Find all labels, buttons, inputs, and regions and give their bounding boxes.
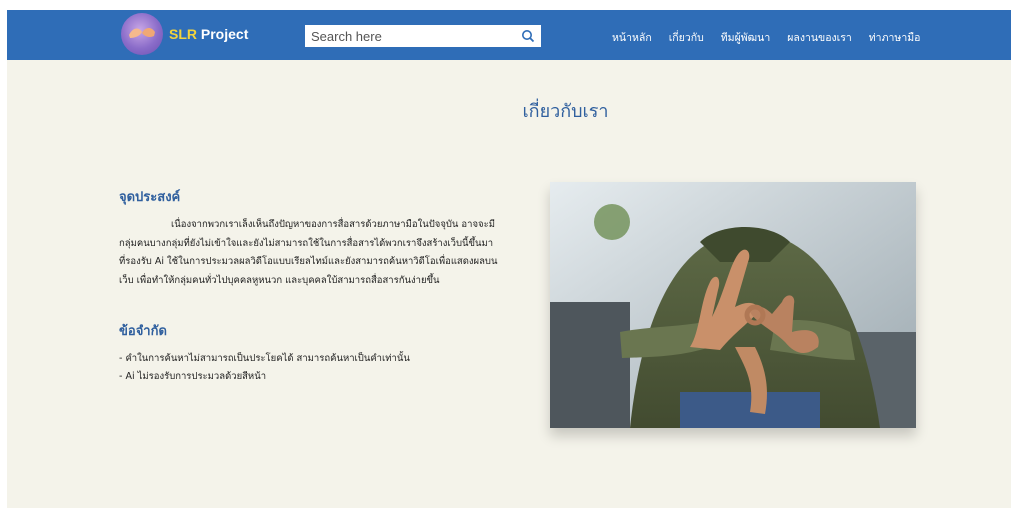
brand-rest: Project	[197, 26, 249, 42]
limitation-item: - Ai ไม่รองรับการประมวลด้วยสีหน้า	[119, 371, 267, 382]
purpose-text-block: เนื่องจากพวกเราเล็งเห็นถึงปัญหาของการสื่…	[119, 216, 499, 290]
limitation-item: - คำในการค้นหาไม่สามารถเป็นประโยคได้ สาม…	[119, 353, 410, 364]
search-icon[interactable]	[521, 28, 535, 47]
search-box	[305, 25, 541, 47]
brand-name[interactable]: SLR Project	[169, 26, 248, 42]
sign-language-photo	[550, 182, 916, 428]
purpose-text: เนื่องจากพวกเราเล็งเห็นถึงปัญหาของการสื่…	[119, 219, 498, 286]
brand-highlight: SLR	[169, 26, 197, 42]
limitations-heading: ข้อจำกัด	[119, 324, 167, 339]
page-title: เกี่ยวกับเรา	[522, 101, 609, 122]
nav-works[interactable]: ผลงานของเรา	[787, 29, 852, 46]
nav-menu: หน้าหลัก เกี่ยวกับ ทีมผู้พัฒนา ผลงานของเ…	[612, 29, 937, 46]
search-input[interactable]	[305, 25, 515, 47]
page-frame: SLR Project หน้าหลัก เกี่ยวกับ ทีมผู้พัฒ…	[7, 10, 1011, 508]
nav-sign-language[interactable]: ท่าภาษามือ	[869, 29, 921, 46]
purpose-heading: จุดประสงค์	[119, 190, 181, 205]
navbar: SLR Project หน้าหลัก เกี่ยวกับ ทีมผู้พัฒ…	[7, 10, 1011, 60]
limitations-list: - คำในการค้นหาไม่สามารถเป็นประโยคได้ สาม…	[119, 350, 410, 386]
hands-logo-icon[interactable]	[121, 13, 163, 55]
nav-about[interactable]: เกี่ยวกับ	[669, 29, 704, 46]
nav-team[interactable]: ทีมผู้พัฒนา	[721, 29, 770, 46]
nav-home[interactable]: หน้าหลัก	[612, 29, 652, 46]
